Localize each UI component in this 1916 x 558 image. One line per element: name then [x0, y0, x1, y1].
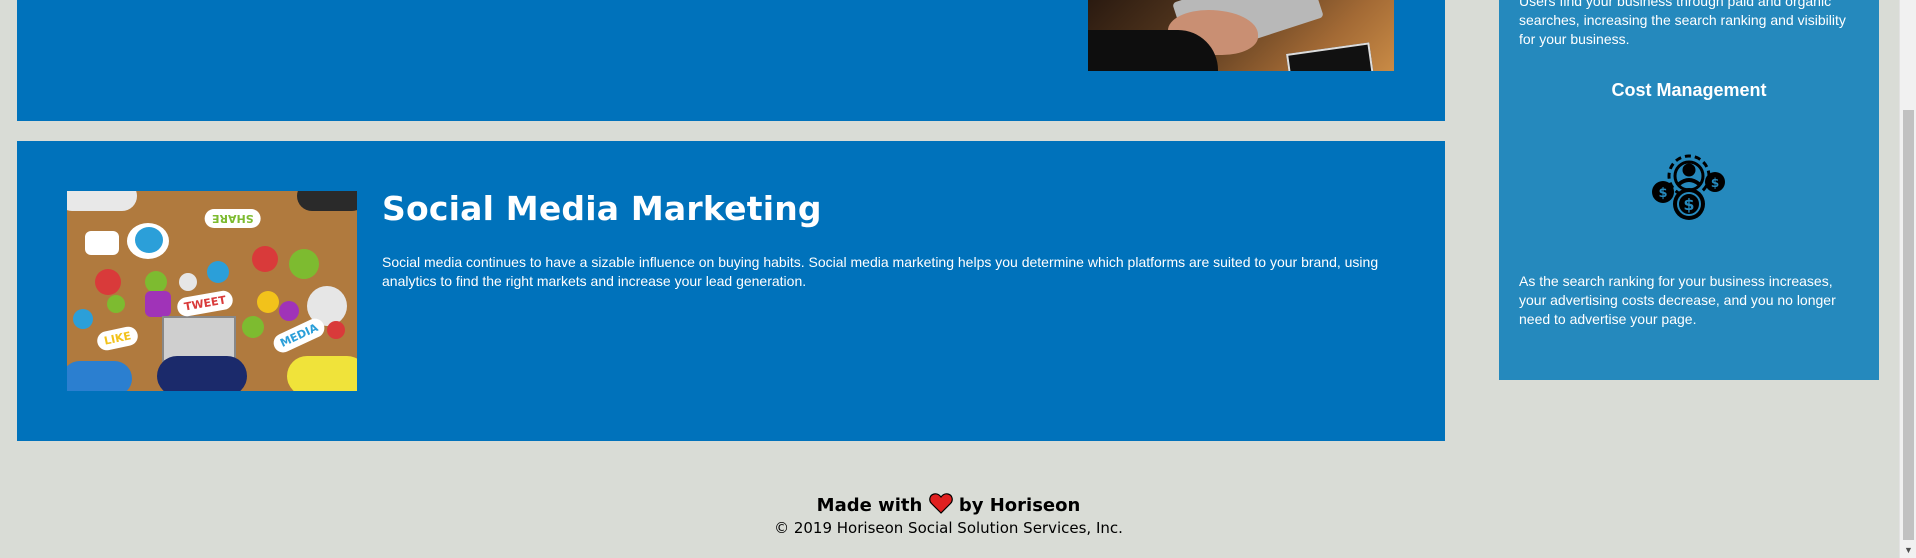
tweet-tag: TWEET — [175, 289, 235, 318]
svg-text:$: $ — [1658, 186, 1667, 201]
footer-made-prefix: Made with — [816, 495, 923, 516]
dot-icon — [145, 271, 167, 293]
cost-management-text: As the search ranking for your business … — [1519, 273, 1836, 327]
social-media-title: Social Media Marketing — [382, 189, 822, 228]
chat-icon — [145, 291, 171, 317]
scroll-down-arrow-icon[interactable]: ▼ — [1900, 544, 1916, 556]
svg-text:$: $ — [1683, 195, 1694, 214]
arm-graphic — [287, 356, 357, 391]
arm-graphic — [297, 191, 357, 211]
benefit-text: Users find your business through paid an… — [1519, 0, 1846, 47]
footer-made-with: Made with by Horiseon — [0, 492, 1897, 518]
arm-graphic — [67, 191, 137, 211]
star-icon — [179, 273, 197, 291]
twitter-icon — [73, 309, 93, 329]
sleeve-graphic — [1088, 30, 1218, 71]
arm-graphic — [67, 361, 132, 391]
music-icon — [279, 301, 299, 321]
phone-icon — [252, 246, 278, 272]
screen-bubble — [85, 231, 119, 255]
social-media-section: SHARE TWEET LIKE MEDIA Social Media Mark… — [17, 141, 1445, 441]
footer-copyright: © 2019 Horiseon Social Solution Services… — [774, 519, 1123, 537]
cloud-icon — [135, 227, 163, 253]
arm-graphic — [157, 356, 247, 391]
seo-photo — [1088, 0, 1394, 71]
seo-section — [17, 0, 1445, 121]
social-media-photo: SHARE TWEET LIKE MEDIA — [67, 191, 357, 391]
media-tag: MEDIA — [270, 315, 328, 356]
cost-management-icon: $ $ $ — [1652, 154, 1725, 220]
lock-icon — [327, 321, 345, 339]
footer-made-suffix: by Horiseon — [958, 495, 1081, 516]
wifi-icon — [107, 295, 125, 313]
heart-icon — [928, 493, 953, 514]
camera-icon — [207, 261, 229, 283]
vertical-scrollbar[interactable]: ▼ — [1899, 0, 1916, 558]
scrollbar-thumb[interactable] — [1903, 110, 1914, 540]
search-icon — [257, 291, 279, 313]
svg-text:$: $ — [1711, 176, 1719, 190]
tablet-graphic — [1286, 42, 1374, 71]
cost-management-heading: Cost Management — [1611, 80, 1767, 100]
share-tag: SHARE — [205, 209, 261, 228]
footer: Made with by Horiseon © 2019 Horiseon So… — [0, 492, 1897, 538]
refresh-icon — [242, 316, 264, 338]
page: SHARE TWEET LIKE MEDIA Social Media Mark… — [0, 0, 1916, 558]
benefits-sidebar: Users find your business through paid an… — [1499, 0, 1879, 380]
lightbulb-icon — [95, 269, 121, 295]
like-tag: LIKE — [95, 324, 140, 353]
plant-icon — [289, 249, 319, 279]
social-media-description: Social media continues to have a sizable… — [382, 254, 1379, 289]
